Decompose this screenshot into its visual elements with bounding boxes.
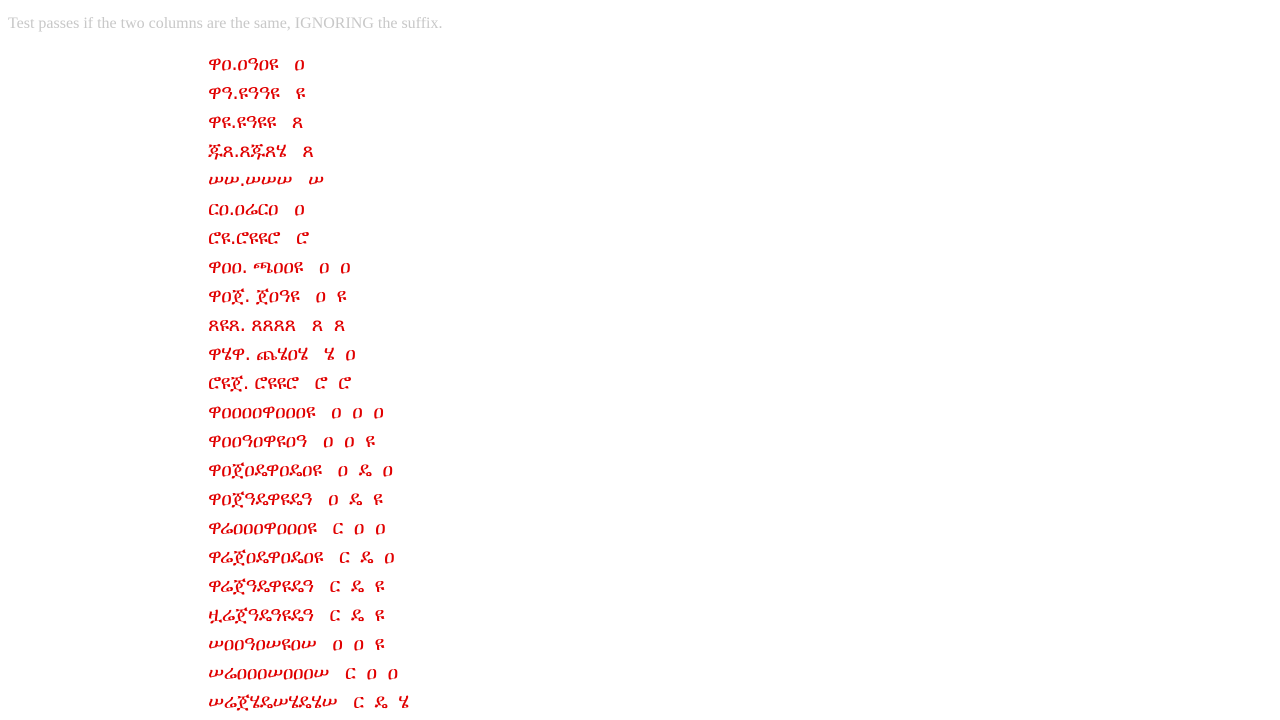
glyph-suffix: ሮ ሮ [314, 370, 354, 394]
glyph-row: ዋዐዐ. ጫዐዐዩ ዐ ዐ [208, 252, 528, 281]
glyph-suffix: ዐ ዐ ዩ [322, 428, 378, 452]
glyph-row: ዟሬጀዓዴዓዩዴዓ ር ዴ ዩ [208, 600, 528, 629]
glyph-suffix: ሄ ዐ [323, 341, 358, 365]
glyph-suffix: ዐ [294, 196, 307, 220]
glyph-sequence: ሠሠ.ሠሠሠ [208, 167, 293, 191]
glyph-sequence: ዟሬጀዓዴዓዩዴዓ [208, 602, 314, 626]
glyph-row: ዋዓ.ዩዓዓዩ ዩ [208, 78, 528, 107]
glyph-sequence: ዋዐጀ. ጀዐዓዩ [208, 283, 300, 307]
glyph-row: ሠሬጀሄዴሠሄዴሄሠ ር ዴ ሄ [208, 687, 528, 716]
glyph-row: ሮዩጀ. ሮዩዩሮ ሮ ሮ [208, 368, 528, 397]
glyph-suffix: ር ዐ ዐ [344, 660, 401, 684]
glyph-suffix: ዩ [295, 80, 308, 104]
glyph-sequence: ዋዐዐዓዐዋዩዐዓ [208, 428, 307, 452]
glyph-row: ዋሬጀዓዴዋዩዴዓ ር ዴ ዩ [208, 571, 528, 600]
glyph-sequence: ዋዓ.ዩዓዓዩ [208, 80, 280, 104]
glyph-suffix: ር ዐ ዐ [332, 515, 388, 539]
glyph-suffix: ዐ ዴ ዐ [337, 457, 396, 481]
glyph-row: ሠሠ.ሠሠሠ ሠ [208, 165, 528, 194]
glyph-sequence: ዋሬጀዐዴዋዐዴዐዩ [208, 544, 323, 568]
glyph-sequence: ዋዐጀዓዴዋዩዴዓ [208, 486, 313, 510]
glyph-suffix: ዐ ዐ ዩ [332, 631, 387, 655]
glyph-row: ሮዩ.ሮዩዩሮ ሮ [208, 223, 528, 252]
glyph-sequence: ዋዐ.ዐዓዐዩ [208, 51, 279, 75]
glyph-sequence: ሮዩ.ሮዩዩሮ [208, 225, 281, 249]
glyph-sequence: ሮዩጀ. ሮዩዩሮ [208, 370, 299, 394]
glyph-sequence: ሠሬጀሄዴሠሄዴሄሠ [208, 689, 338, 713]
glyph-suffix: ሮ [295, 225, 312, 249]
glyph-sequence: ሠሬዐዐዐሠዐዐዐሠ [208, 660, 330, 684]
glyph-row: ሠዐዐዓዐሠዩዐሠ ዐ ዐ ዩ [208, 629, 528, 658]
glyph-sequence: ጁጸ.ጸጁጸሄ [208, 138, 287, 162]
glyph-sequence: ዋሬዐዐዐዋዐዐዐዩ [208, 515, 317, 539]
glyph-sequence: ዋዐዐ. ጫዐዐዩ [208, 254, 303, 278]
glyph-suffix: ሠ [307, 167, 327, 191]
glyph-row: ዋዐጀዓዴዋዩዴዓ ዐ ዴ ዩ [208, 484, 528, 513]
glyph-row: ጸዩጸ. ጸጸጸጸ ጸ ጸ [208, 310, 528, 339]
glyph-suffix: ር ዴ ዩ [329, 573, 387, 597]
glyph-sequence: ዋሄዋ. ጨሄዐሄ [208, 341, 308, 365]
glyph-sequence: ዋሬጀዓዴዋዩዴዓ [208, 573, 314, 597]
glyph-suffix: ዐ ዴ ዩ [328, 486, 385, 510]
glyph-row: ርዐ.ዐሬርዐ ዐ [208, 194, 528, 223]
glyph-row: ሠሬዐዐዐሠዐዐዐሠ ር ዐ ዐ [208, 658, 528, 687]
glyph-row: ዋዩ.ዩዓዩዩ ጸ [208, 107, 528, 136]
glyph-comparison-list: ዋዐ.ዐዓዐዩ ዐ ዋዓ.ዩዓዓዩ ዩ ዋዩ.ዩዓዩዩ ጸ ጁጸ.ጸጁጸሄ ጸ ሠሠ.ሠሠሠ ሠ ር… [208, 49, 528, 717]
glyph-sequence: ዋዐጀዐዴዋዐዴዐዩ [208, 457, 322, 481]
glyph-row: ዋሄዋ. ጨሄዐሄ ሄ ዐ [208, 339, 528, 368]
glyph-sequence: ሠዐዐዓዐሠዩዐሠ [208, 631, 317, 655]
glyph-row: ጁጸ.ጸጁጸሄ ጸ [208, 136, 528, 165]
glyph-suffix: ጸ [291, 109, 306, 133]
glyph-suffix: ጸ [302, 138, 316, 162]
glyph-row: ዋዐዐዓዐዋዩዐዓ ዐ ዐ ዩ [208, 426, 528, 455]
glyph-row: ዋዐ.ዐዓዐዩ ዐ [208, 49, 528, 78]
glyph-suffix: ዐ ዐ [318, 254, 353, 278]
glyph-sequence: ዋዐዐዐዐዋዐዐዐዩ [208, 399, 316, 423]
glyph-suffix: ር ዴ ዐ [338, 544, 397, 568]
glyph-row: ዋሬዐዐዐዋዐዐዐዩ ር ዐ ዐ [208, 513, 528, 542]
glyph-suffix: ር ዴ ዩ [329, 602, 387, 626]
glyph-row: ዋሬጀዐዴዋዐዴዐዩ ር ዴ ዐ [208, 542, 528, 571]
glyph-row: ዋዐጀ. ጀዐዓዩ ዐ ዩ [208, 281, 528, 310]
glyph-suffix: ጸ ጸ [311, 312, 348, 336]
glyph-suffix: ዐ ዐ ዐ [330, 399, 387, 423]
test-instruction: Test passes if the two columns are the s… [8, 15, 443, 32]
glyph-sequence: ዋዩ.ዩዓዩዩ [208, 109, 276, 133]
glyph-suffix: ዐ ዩ [315, 283, 349, 307]
glyph-row: ዋዐዐዐዐዋዐዐዐዩ ዐ ዐ ዐ [208, 397, 528, 426]
glyph-sequence: ርዐ.ዐሬርዐ [208, 196, 279, 220]
glyph-suffix: ዐ [294, 51, 307, 75]
glyph-suffix: ር ዴ ሄ [353, 689, 412, 713]
glyph-sequence: ጸዩጸ. ጸጸጸጸ [208, 312, 296, 336]
glyph-row: ዋዐጀዐዴዋዐዴዐዩ ዐ ዴ ዐ [208, 455, 528, 484]
